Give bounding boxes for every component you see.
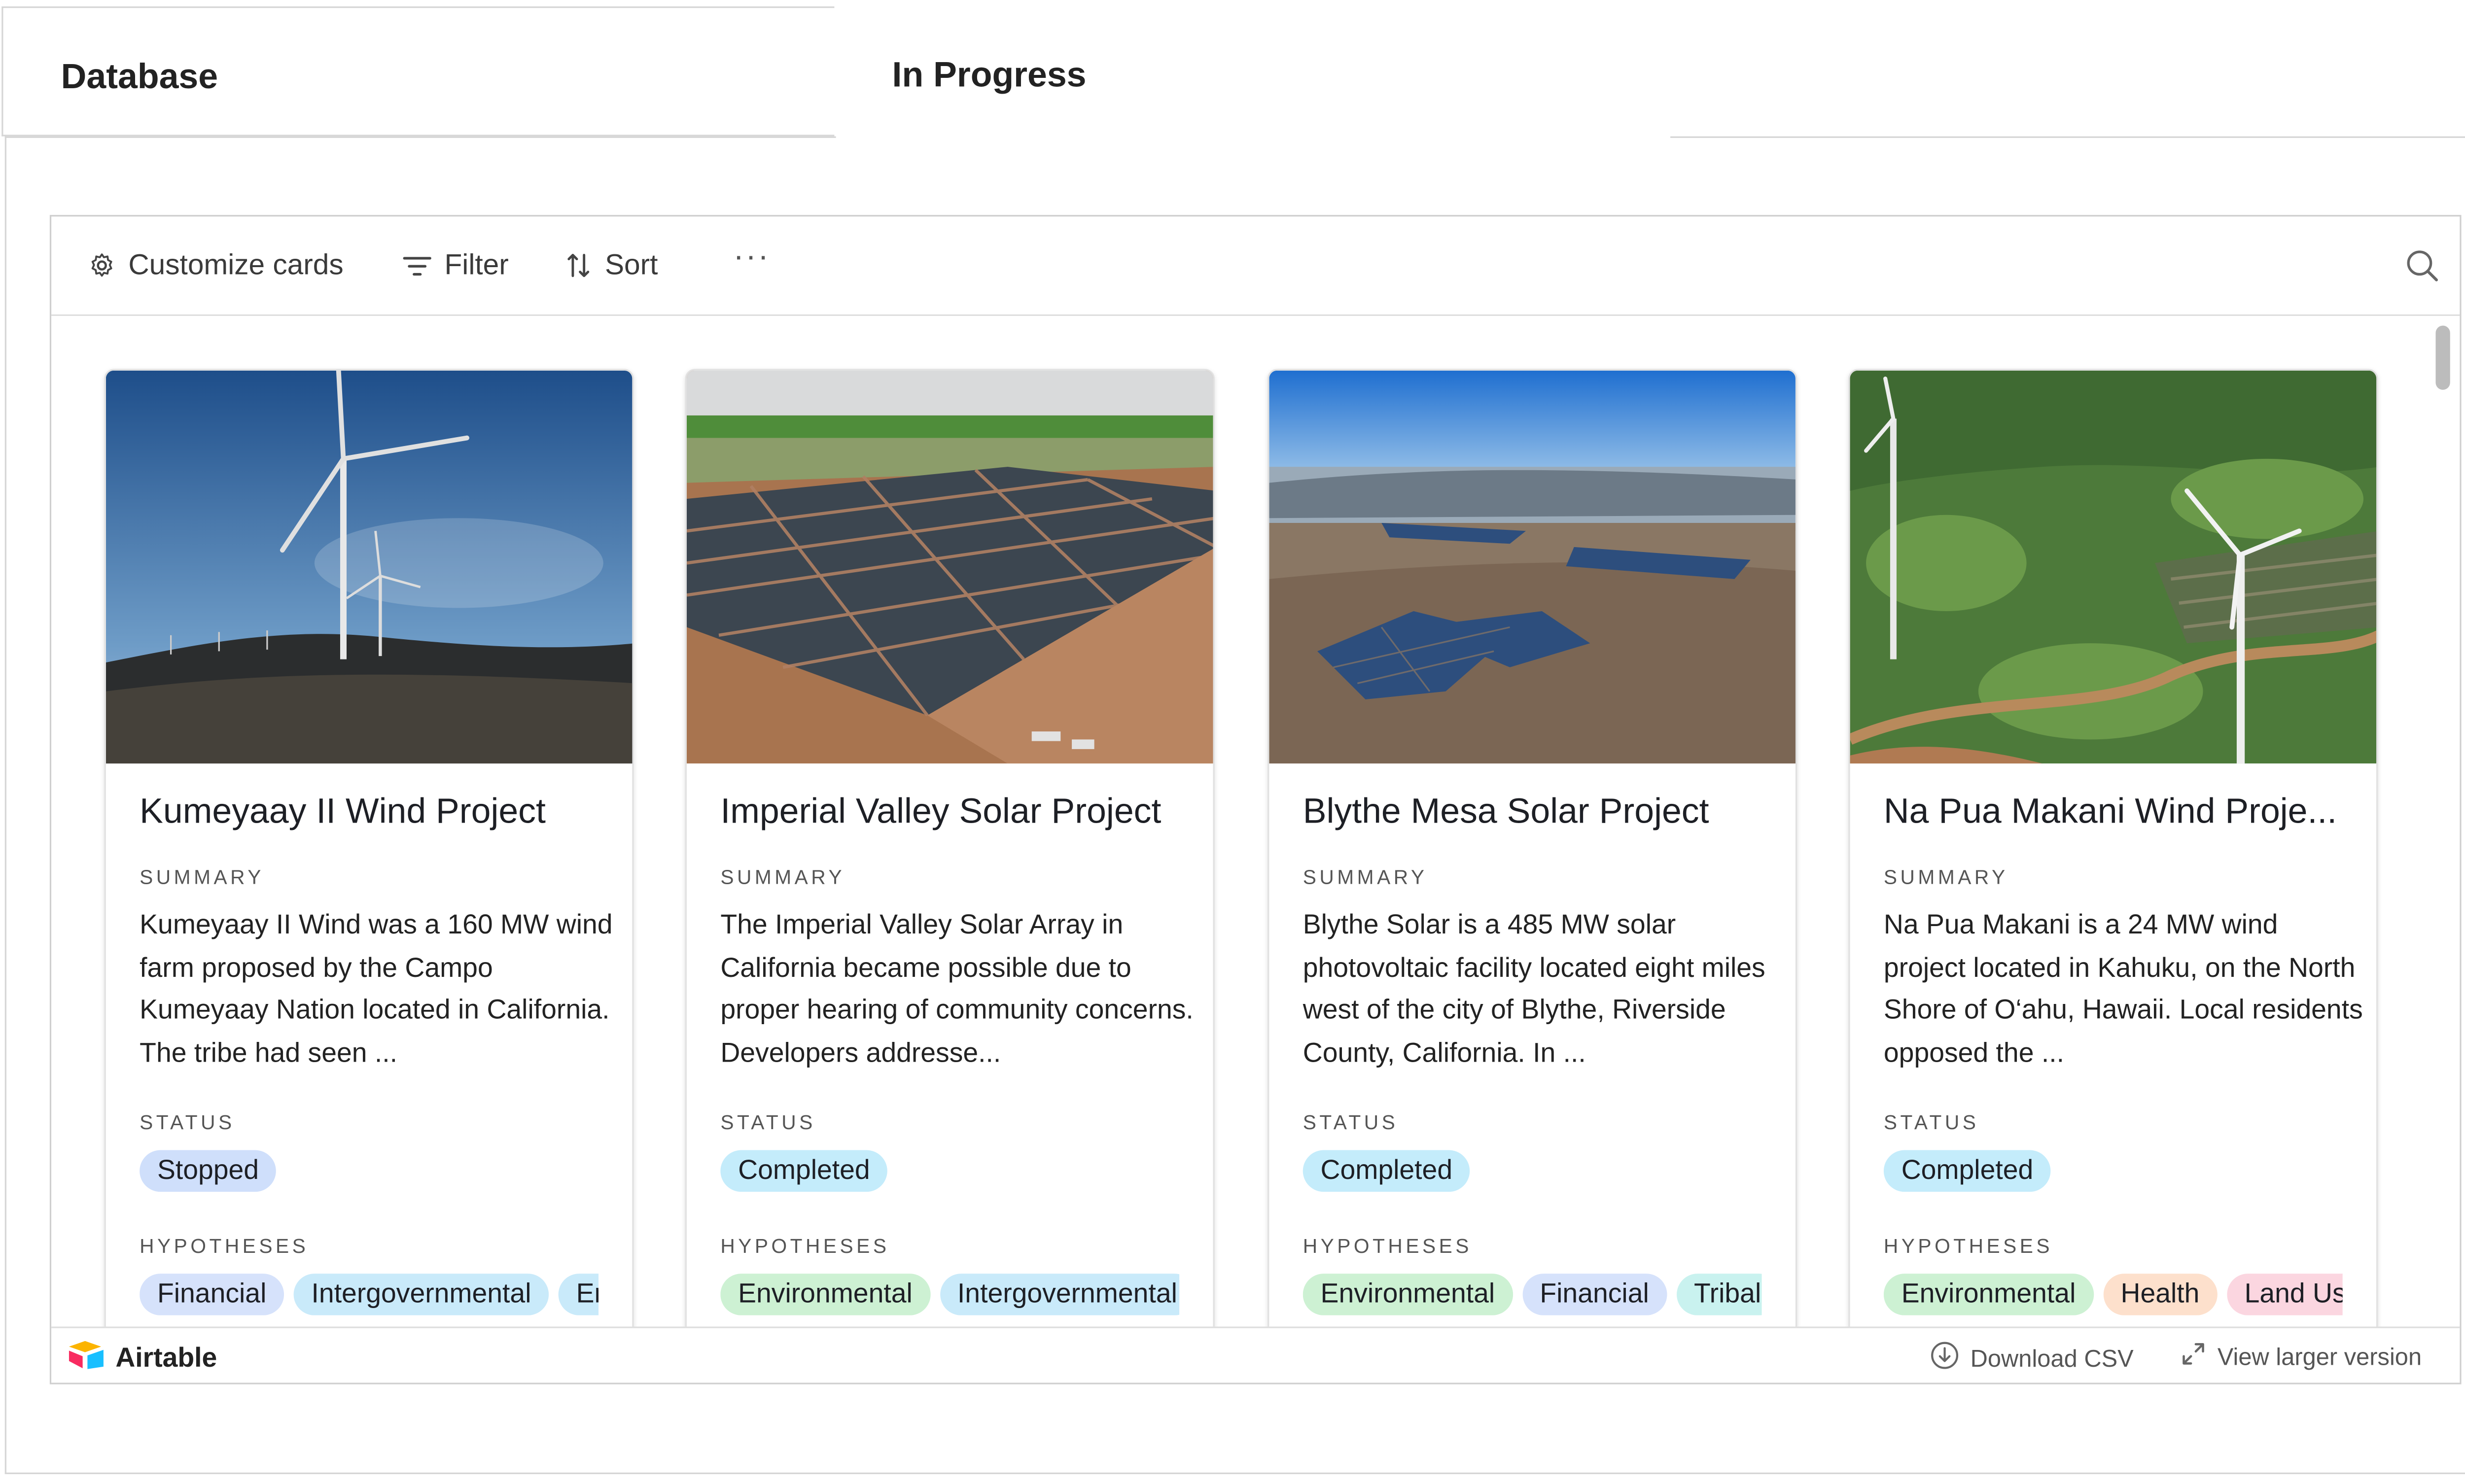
sort-label: Sort bbox=[604, 248, 658, 281]
card-summary: Na Pua Makani is a 24 MW wind project lo… bbox=[1883, 909, 2363, 1068]
filter-button[interactable]: Filter bbox=[403, 248, 509, 282]
tab-in-progress[interactable]: In Progress bbox=[834, 6, 1672, 138]
status-label: STATUS bbox=[1303, 1111, 1399, 1135]
status-badge: Completed bbox=[1883, 1150, 2051, 1192]
record-card[interactable]: Na Pua Makani Wind Proje... SUMMARY Na P… bbox=[1848, 369, 2378, 1327]
card-title: Imperial Valley Solar Project bbox=[720, 791, 1162, 831]
hypothesis-tag: Environmental bbox=[1883, 1274, 2094, 1315]
hypotheses-label: HYPOTHESES bbox=[1883, 1235, 2053, 1258]
card-photo-wind-turbines bbox=[106, 370, 633, 764]
card-title: Na Pua Makani Wind Proje... bbox=[1883, 791, 2337, 831]
download-csv-link[interactable]: Download CSV bbox=[1930, 1341, 2134, 1377]
card-photo-solar-array bbox=[686, 370, 1213, 764]
download-icon bbox=[1930, 1341, 1959, 1377]
status-label: STATUS bbox=[1883, 1111, 1979, 1135]
hypotheses-tags: Environmental Financial Tribal bbox=[1303, 1274, 1762, 1315]
embed-footer: Airtable Download CSV View larger versio… bbox=[51, 1326, 2460, 1383]
more-icon: ··· bbox=[733, 239, 771, 275]
sort-button[interactable]: Sort bbox=[566, 248, 658, 282]
customize-cards-label: Customize cards bbox=[128, 248, 344, 281]
card-summary: The Imperial Valley Solar Array in Calif… bbox=[720, 909, 1194, 1068]
customize-cards-button[interactable]: Customize cards bbox=[88, 248, 344, 282]
hypothesis-tag: Environmental bbox=[1303, 1274, 1513, 1315]
hypothesis-tag: Tribal bbox=[1676, 1274, 1762, 1315]
gallery-view: Kumeyaay II Wind Project SUMMARY Kumeyaa… bbox=[51, 316, 2460, 1327]
tab-in-progress-label: In Progress bbox=[892, 54, 1087, 95]
airtable-logo-icon bbox=[68, 1340, 106, 1378]
card-summary: Kumeyaay II Wind was a 160 MW wind farm … bbox=[140, 909, 613, 1068]
airtable-embed: Customize cards Filter Sort ··· Kumeyaay… bbox=[49, 215, 2462, 1384]
hypothesis-tag: Health bbox=[2103, 1274, 2218, 1315]
filter-label: Filter bbox=[444, 248, 509, 281]
scrollbar-thumb[interactable] bbox=[2435, 325, 2450, 390]
hypothesis-tag: Financial bbox=[1522, 1274, 1667, 1315]
hypothesis-tag: Land Use bbox=[2226, 1274, 2343, 1315]
hypotheses-tags: FinancialIntergovernmentalEnvironmental bbox=[140, 1274, 599, 1315]
card-summary: Blythe Solar is a 485 MW solar photovolt… bbox=[1303, 909, 1765, 1068]
hypotheses-label: HYPOTHESES bbox=[140, 1235, 309, 1258]
record-card[interactable]: Imperial Valley Solar Project SUMMARY Th… bbox=[685, 369, 1215, 1327]
status-badge: Completed bbox=[1303, 1150, 1470, 1192]
more-options-button[interactable]: ··· bbox=[733, 239, 770, 276]
hypothesis-tag: Intergovernmental bbox=[293, 1274, 549, 1315]
tab-database[interactable]: Database bbox=[1, 6, 838, 137]
summary-label: SUMMARY bbox=[1303, 866, 1428, 889]
tab-database-label: Database bbox=[61, 56, 218, 97]
search-icon bbox=[2405, 250, 2439, 289]
hypothesis-tag: Financial bbox=[140, 1274, 284, 1315]
card-title: Blythe Mesa Solar Project bbox=[1303, 791, 1709, 831]
status-label: STATUS bbox=[720, 1111, 816, 1135]
sort-icon bbox=[566, 252, 592, 279]
card-photo-wind-hillside bbox=[1850, 370, 2377, 764]
view-larger-label: View larger version bbox=[2217, 1343, 2422, 1371]
view-toolbar: Customize cards Filter Sort ··· bbox=[51, 216, 2460, 316]
hypothesis-tag: Intergovernmental bbox=[940, 1274, 1180, 1315]
summary-label: SUMMARY bbox=[720, 866, 845, 889]
search-button[interactable] bbox=[2405, 248, 2439, 290]
hypotheses-label: HYPOTHESES bbox=[1303, 1235, 1472, 1258]
card-photo-solar-mesa bbox=[1269, 370, 1796, 764]
gear-icon bbox=[88, 252, 115, 279]
hypotheses-label: HYPOTHESES bbox=[720, 1235, 890, 1258]
filter-icon bbox=[403, 254, 432, 277]
card-title: Kumeyaay II Wind Project bbox=[140, 791, 546, 831]
airtable-logo-link[interactable]: Airtable bbox=[68, 1340, 217, 1378]
hypothesis-tag: Environmental bbox=[720, 1274, 930, 1315]
summary-label: SUMMARY bbox=[140, 866, 264, 889]
page: Database In Progress Customize cards Fil… bbox=[0, 0, 2465, 1484]
status-badge: Stopped bbox=[140, 1150, 277, 1192]
record-card[interactable]: Kumeyaay II Wind Project SUMMARY Kumeyaa… bbox=[104, 369, 634, 1327]
hypotheses-tags: EnvironmentalHealthLand Use bbox=[1883, 1274, 2343, 1315]
airtable-brand: Airtable bbox=[115, 1343, 217, 1373]
status-label: STATUS bbox=[140, 1111, 235, 1135]
summary-label: SUMMARY bbox=[1883, 866, 2008, 889]
view-larger-link[interactable]: View larger version bbox=[2181, 1341, 2422, 1373]
status-badge: Completed bbox=[720, 1150, 888, 1192]
record-card[interactable]: Blythe Mesa Solar Project SUMMARY Blythe… bbox=[1268, 369, 1797, 1327]
expand-icon bbox=[2181, 1341, 2206, 1373]
download-csv-label: Download CSV bbox=[1970, 1345, 2134, 1373]
hypothesis-tag: Environmental bbox=[558, 1274, 599, 1315]
hypotheses-tags: Environmental Intergovernmental bbox=[720, 1274, 1180, 1315]
